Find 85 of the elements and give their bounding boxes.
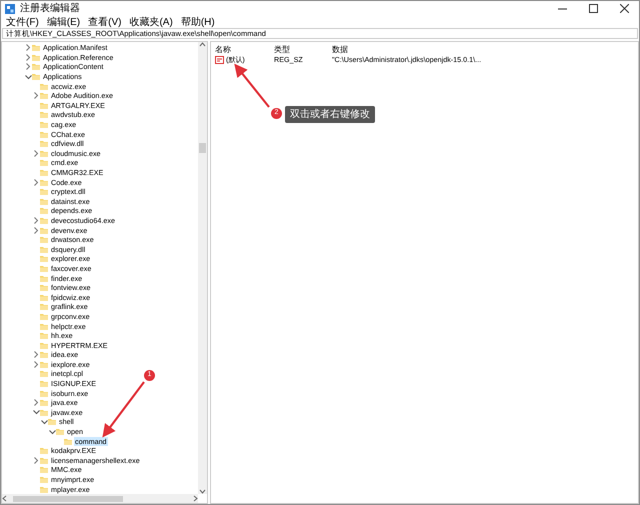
scroll-right-icon[interactable] (193, 495, 198, 502)
folder-icon (40, 111, 48, 118)
column-header[interactable]: 类型 (274, 45, 290, 54)
folder-icon (40, 332, 48, 340)
folder-icon (40, 207, 48, 214)
folder-icon (40, 216, 48, 224)
folder-icon (40, 255, 48, 262)
folder-icon (32, 44, 40, 52)
menu-item[interactable]: 文件(F) (6, 14, 39, 30)
folder-icon (64, 438, 72, 445)
column-header[interactable]: 数据 (332, 45, 348, 54)
tooltip: 双击或者右键修改 (285, 106, 375, 123)
expand-icon[interactable] (33, 226, 39, 234)
folder-icon (40, 294, 48, 301)
folder-icon (40, 121, 48, 128)
collapse-icon[interactable] (40, 418, 48, 425)
menu-item[interactable]: 编辑(E) (46, 14, 80, 30)
folder-icon (40, 390, 48, 397)
folder-icon (40, 140, 48, 148)
folder-icon (40, 130, 48, 138)
folder-icon (48, 418, 56, 426)
column-header[interactable]: 名称 (215, 45, 231, 54)
scroll-up-icon[interactable] (199, 42, 206, 47)
folder-icon (40, 236, 48, 244)
pointer-arrow (234, 64, 270, 108)
scrollbar-thumb[interactable] (13, 496, 123, 502)
folder-icon (40, 351, 48, 358)
menu-item[interactable]: 查看(V) (88, 14, 122, 30)
folder-icon (56, 428, 64, 436)
folder-icon (40, 226, 48, 234)
maximize-icon[interactable] (589, 4, 598, 13)
folder-icon (40, 150, 48, 157)
expand-icon[interactable] (33, 399, 39, 406)
folder-icon (40, 169, 48, 176)
folder-icon (40, 274, 48, 282)
folder-icon (40, 303, 48, 310)
app-icon (5, 4, 15, 14)
expand-icon[interactable] (25, 44, 31, 52)
expand-icon[interactable] (33, 360, 39, 368)
folder-icon (40, 198, 48, 205)
folder-icon (40, 322, 48, 330)
folder-icon (40, 370, 48, 378)
folder-icon (40, 312, 48, 320)
folder-icon (40, 159, 48, 166)
folder-icon (40, 284, 48, 292)
folder-icon (40, 408, 48, 416)
folder-icon (32, 63, 40, 70)
scroll-down-icon[interactable] (199, 489, 206, 494)
pointer-arrow (102, 381, 145, 438)
folder-icon (40, 264, 48, 272)
folder-icon (40, 178, 48, 186)
expand-icon[interactable] (33, 92, 39, 100)
folder-icon (40, 447, 48, 454)
collapse-icon[interactable] (32, 409, 40, 416)
folder-icon (40, 380, 48, 388)
collapse-icon[interactable] (48, 428, 56, 435)
folder-icon (40, 92, 48, 100)
expand-icon[interactable] (33, 150, 39, 157)
folder-icon (40, 342, 48, 349)
expand-icon[interactable] (33, 178, 39, 186)
folder-icon (32, 54, 40, 61)
expand-icon[interactable] (25, 54, 31, 61)
folder-icon (40, 102, 48, 109)
folder-icon (40, 82, 48, 90)
expand-icon[interactable] (25, 63, 31, 70)
folder-icon (40, 399, 48, 406)
menu-item[interactable]: 帮助(H) (180, 14, 215, 30)
collapse-icon[interactable] (24, 74, 32, 80)
folder-icon (40, 246, 48, 253)
folder-icon (40, 188, 48, 196)
scrollbar-thumb[interactable] (199, 143, 206, 153)
folder-icon (40, 360, 48, 368)
window-title: 注册表编辑器 (20, 2, 80, 16)
scroll-left-icon[interactable] (2, 495, 7, 502)
expand-icon[interactable] (33, 216, 39, 224)
close-icon[interactable] (620, 4, 629, 13)
folder-icon (40, 466, 48, 474)
expand-icon[interactable] (33, 351, 39, 358)
expand-icon[interactable] (33, 456, 39, 464)
string-value-icon (215, 56, 224, 64)
folder-icon (40, 486, 48, 493)
folder-icon (40, 476, 48, 484)
menu-item[interactable]: 收藏夹(A) (129, 14, 173, 30)
folder-icon (32, 73, 40, 80)
folder-icon (40, 456, 48, 464)
